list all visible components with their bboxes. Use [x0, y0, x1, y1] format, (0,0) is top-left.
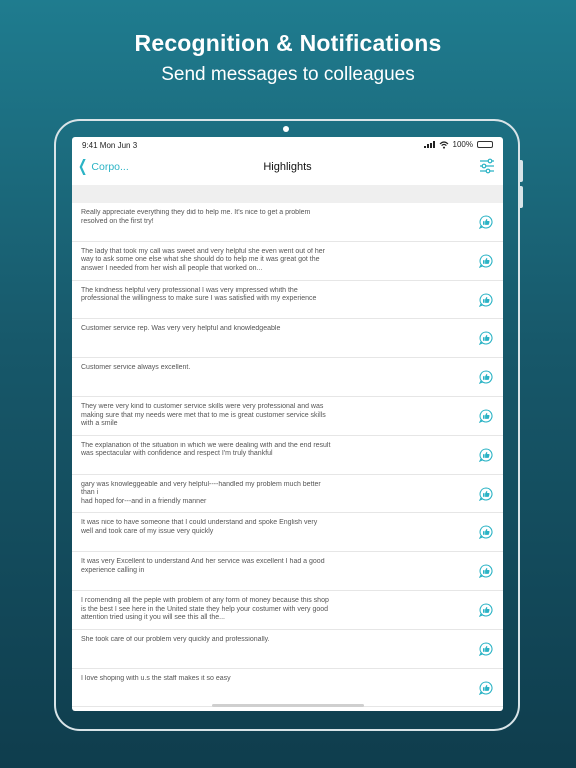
highlight-text: The kindness helpful very professional I…: [81, 286, 317, 303]
thumbs-up-bubble-icon[interactable]: [479, 370, 493, 385]
list-item[interactable]: The kindness helpful very professional I…: [72, 281, 503, 320]
list-item[interactable]: Customer service always excellent.: [72, 358, 503, 397]
home-indicator[interactable]: [212, 704, 364, 707]
thumbs-up-bubble-icon[interactable]: [479, 448, 493, 462]
list-item[interactable]: I love shoping with u.s the staff makes …: [72, 669, 503, 708]
highlight-text: The lady that took my call was sweet and…: [81, 247, 325, 272]
list-item[interactable]: They were very kind to customer service …: [72, 397, 503, 436]
highlight-text: The explanation of the situation in whic…: [81, 441, 331, 458]
cellular-signal-icon: [423, 141, 435, 148]
camera-dot: [283, 126, 289, 132]
wifi-icon: [439, 140, 448, 149]
navigation-bar: ❮ Corpo... Highlights: [72, 153, 503, 185]
highlight-text: She took care of our problem very quickl…: [81, 635, 270, 643]
headline: Recognition & Notifications: [134, 30, 442, 56]
list-item[interactable]: I rcomending all the peple with problem …: [72, 591, 503, 630]
thumbs-up-bubble-icon[interactable]: [479, 331, 493, 346]
highlight-text: gary was knowleggeable and very helpful-…: [81, 480, 321, 505]
list-item[interactable]: The explanation of the situation in whic…: [72, 436, 503, 475]
thumbs-up-bubble-icon[interactable]: [479, 564, 493, 579]
highlights-list: Really appreciate everything they did to…: [72, 203, 503, 708]
page-title: Highlights: [263, 161, 312, 173]
thumbs-up-bubble-icon[interactable]: [479, 215, 493, 229]
status-indicators: 100%: [423, 140, 493, 149]
section-header: [72, 185, 503, 203]
list-item[interactable]: Really appreciate everything they did to…: [72, 203, 503, 242]
battery-icon: [477, 141, 493, 148]
list-item[interactable]: The lady that took my call was sweet and…: [72, 242, 503, 281]
highlight-text: It was nice to have someone that I could…: [81, 519, 318, 535]
status-bar: 9:41 Mon Jun 3 100%: [72, 137, 503, 153]
highlight-text: It was very Excellent to understand And …: [81, 558, 325, 574]
app-screen: 9:41 Mon Jun 3 100% ❮ Corpo... Highlight…: [72, 137, 503, 711]
volume-down-button: [518, 186, 523, 208]
thumbs-up-bubble-icon[interactable]: [479, 409, 493, 423]
highlight-text: I rcomending all the peple with problem …: [81, 596, 329, 622]
list-item[interactable]: It was nice to have someone that I could…: [72, 513, 503, 553]
highlight-text: I love shoping with u.s the staff makes …: [81, 674, 231, 682]
thumbs-up-bubble-icon[interactable]: [479, 525, 493, 540]
highlight-text: They were very kind to customer service …: [81, 402, 326, 428]
filter-sliders-icon[interactable]: [479, 158, 495, 174]
list-item[interactable]: Customer service rep. Was very very help…: [72, 319, 503, 359]
thumbs-up-bubble-icon[interactable]: [479, 681, 493, 695]
subheadline: Send messages to colleagues: [161, 64, 415, 85]
list-item[interactable]: She took care of our problem very quickl…: [72, 630, 503, 669]
volume-up-button: [518, 160, 523, 182]
status-time: 9:41 Mon Jun 3: [82, 141, 138, 150]
highlight-text: Really appreciate everything they did to…: [81, 209, 311, 225]
highlight-text: Customer service rep. Was very very help…: [81, 325, 281, 333]
thumbs-up-bubble-icon[interactable]: [479, 254, 493, 268]
thumbs-up-bubble-icon[interactable]: [479, 642, 493, 656]
list-item[interactable]: It was very Excellent to understand And …: [72, 552, 503, 591]
list-item[interactable]: gary was knowleggeable and very helpful-…: [72, 475, 503, 514]
thumbs-up-bubble-icon[interactable]: [479, 293, 493, 307]
thumbs-up-bubble-icon[interactable]: [479, 487, 493, 501]
battery-percent: 100%: [452, 140, 473, 149]
highlight-text: Customer service always excellent.: [81, 364, 191, 372]
thumbs-up-bubble-icon[interactable]: [479, 603, 493, 617]
